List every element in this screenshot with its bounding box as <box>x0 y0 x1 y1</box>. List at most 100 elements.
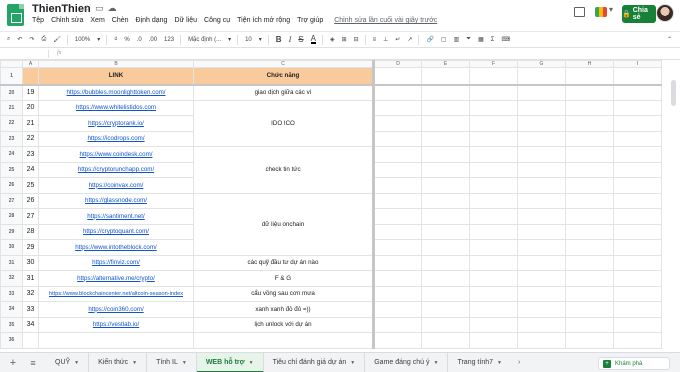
italic-button[interactable]: I <box>289 35 292 44</box>
cell[interactable] <box>517 254 566 271</box>
redo-icon[interactable]: ↷ <box>29 36 34 43</box>
cell[interactable] <box>613 115 662 132</box>
select-all-corner[interactable] <box>0 60 23 68</box>
link-cell[interactable]: https://finviz.com/ <box>38 254 194 271</box>
cell[interactable] <box>517 192 566 209</box>
document-title[interactable]: ThienThien <box>32 3 91 15</box>
index-cell[interactable]: 30 <box>22 254 39 271</box>
cell[interactable] <box>469 254 518 271</box>
header-cell-function[interactable]: Chức năng <box>193 67 375 86</box>
index-cell[interactable]: 33 <box>22 301 39 318</box>
row-header[interactable]: 33 <box>0 285 23 302</box>
cell[interactable] <box>517 67 566 86</box>
row-header[interactable]: 20 <box>0 84 23 101</box>
column-header-a[interactable]: A <box>22 60 39 68</box>
undo-icon[interactable]: ↶ <box>17 36 22 43</box>
menu-data[interactable]: Dữ liệu <box>174 17 197 24</box>
row-header[interactable]: 28 <box>0 208 23 225</box>
chevron-down-icon[interactable]: ▾ <box>609 5 613 14</box>
cell[interactable] <box>565 146 614 163</box>
insert-link-icon[interactable]: 🔗 <box>426 36 433 43</box>
cell[interactable] <box>469 208 518 225</box>
filter-views-icon[interactable]: ▦ <box>478 36 484 43</box>
all-sheets-menu-icon[interactable]: ≡ <box>26 358 40 368</box>
input-tools-icon[interactable]: ⌨ <box>501 36 510 43</box>
cell[interactable] <box>613 332 662 349</box>
cell[interactable] <box>373 67 422 86</box>
column-header-i[interactable]: I <box>613 60 662 68</box>
cell[interactable] <box>469 332 518 349</box>
share-button[interactable]: 🔒 Chia sẻ <box>622 5 656 23</box>
index-cell[interactable]: 34 <box>22 316 39 333</box>
cell[interactable] <box>517 301 566 318</box>
cell[interactable] <box>517 84 566 101</box>
text-color-button[interactable]: A <box>310 35 316 44</box>
column-header-f[interactable]: F <box>469 60 518 68</box>
cell[interactable] <box>565 192 614 209</box>
tab-trang-tinh7[interactable]: Trang tính7 ▼ <box>448 353 511 372</box>
borders-icon[interactable]: ⊞ <box>342 36 347 43</box>
print-icon[interactable]: ⎙ <box>41 36 46 43</box>
cell[interactable] <box>373 270 422 287</box>
index-cell[interactable]: 22 <box>22 130 39 147</box>
cell[interactable] <box>565 316 614 333</box>
row-header[interactable]: 1 <box>0 67 23 86</box>
cell[interactable] <box>517 177 566 194</box>
cell[interactable] <box>421 208 470 225</box>
cell[interactable] <box>613 84 662 101</box>
row-header[interactable]: 27 <box>0 192 23 209</box>
cell[interactable] <box>613 208 662 225</box>
link-cell[interactable]: https://glassnode.com/ <box>38 192 194 209</box>
cell[interactable] <box>421 99 470 116</box>
cell[interactable] <box>469 130 518 147</box>
cell[interactable] <box>613 146 662 163</box>
cell[interactable] <box>373 223 422 240</box>
decrease-decimal-button[interactable]: .0 <box>137 37 142 43</box>
link-cell[interactable]: https://santiment.net/ <box>38 208 194 225</box>
tab-tieu-chi[interactable]: Tiêu chí đánh giá dự án ▼ <box>264 352 366 372</box>
cell[interactable] <box>421 192 470 209</box>
cell[interactable] <box>469 115 518 132</box>
cell[interactable] <box>565 332 614 349</box>
cell[interactable] <box>373 115 422 132</box>
cell[interactable] <box>517 270 566 287</box>
cell[interactable] <box>373 332 422 349</box>
menu-edit[interactable]: Chỉnh sửa <box>51 17 83 24</box>
cell[interactable] <box>565 223 614 240</box>
chevron-down-icon[interactable]: ▼ <box>350 360 355 366</box>
cell[interactable] <box>373 99 422 116</box>
index-cell[interactable]: 24 <box>22 161 39 178</box>
chevron-down-icon[interactable]: ▼ <box>74 360 79 366</box>
cell[interactable] <box>517 99 566 116</box>
zoom-select[interactable]: 100% <box>75 37 90 43</box>
menu-view[interactable]: Xem <box>90 17 104 24</box>
text-rotate-icon[interactable]: ↗ <box>407 36 412 43</box>
cell[interactable] <box>565 177 614 194</box>
cell[interactable] <box>517 332 566 349</box>
cell[interactable] <box>469 146 518 163</box>
cell[interactable] <box>373 161 422 178</box>
star-icon[interactable]: ☆ <box>83 3 95 13</box>
insert-chart-icon[interactable]: ▥ <box>454 36 460 43</box>
cell[interactable] <box>469 84 518 101</box>
function-cell[interactable]: lịch unlock với dự án <box>193 316 375 333</box>
vertical-align-icon[interactable]: ⊥ <box>383 36 388 43</box>
formula-input[interactable] <box>70 49 660 59</box>
add-sheet-icon[interactable]: + <box>6 357 20 369</box>
cell[interactable] <box>565 208 614 225</box>
percent-format-button[interactable]: % <box>124 37 129 43</box>
collapse-toolbar-icon[interactable]: ⌃ <box>667 36 672 43</box>
text-wrap-icon[interactable]: ↵ <box>395 36 400 43</box>
row-header[interactable]: 36 <box>0 332 23 349</box>
cell[interactable] <box>373 192 422 209</box>
increase-decimal-button[interactable]: .00 <box>149 37 157 43</box>
function-cell[interactable]: xanh xanh đỏ đỏ =)) <box>193 301 375 318</box>
column-header-c[interactable]: C <box>193 60 375 68</box>
menu-help[interactable]: Trợ giúp <box>297 17 323 24</box>
insert-comment-icon[interactable]: ▢ <box>441 36 447 43</box>
cell[interactable] <box>373 239 422 256</box>
link-cell[interactable]: https://vestlab.io/ <box>38 316 194 333</box>
index-cell[interactable] <box>22 332 39 349</box>
font-size-select[interactable]: 10 <box>245 37 252 43</box>
chevron-down-icon[interactable]: ▼ <box>249 360 254 366</box>
